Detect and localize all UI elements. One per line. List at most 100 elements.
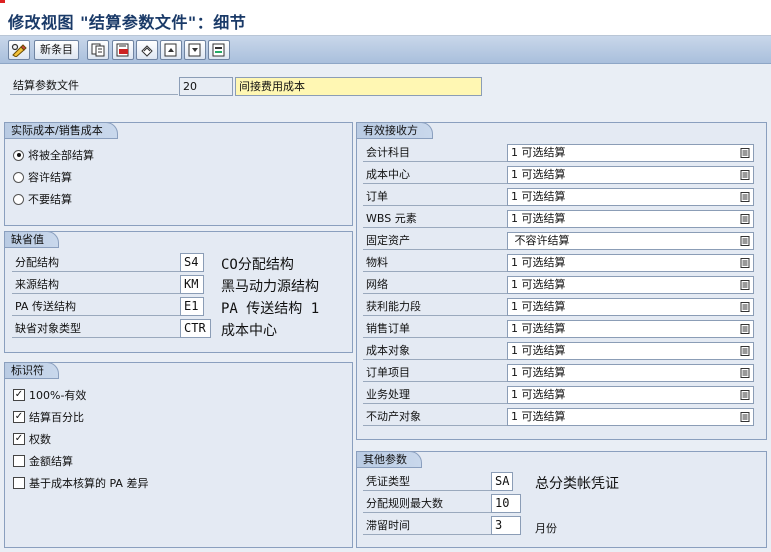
checkbox-amount-settlement[interactable]: 金额结算 (13, 453, 73, 469)
dropdown-list-icon[interactable] (740, 280, 750, 290)
receiver-label: 不动产对象 (363, 408, 507, 426)
receiver-label: 成本对象 (363, 342, 507, 360)
residence-time-unit: 月份 (535, 522, 557, 535)
radio-no-settlement[interactable]: 不要结算 (13, 191, 72, 207)
previous-entry-button[interactable] (160, 40, 182, 60)
receiver-label: 物料 (363, 254, 507, 272)
receiver-settlement-dropdown[interactable]: 1 可选结算 (507, 276, 754, 294)
receiver-settlement-dropdown[interactable]: 1 可选结算 (507, 408, 754, 426)
receiver-settlement-value: 1 可选结算 (511, 212, 566, 225)
next-entry-icon (188, 43, 201, 57)
next-entry-button[interactable] (184, 40, 206, 60)
dropdown-list-icon[interactable] (740, 302, 750, 312)
receiver-settlement-value: 1 可选结算 (511, 168, 566, 181)
dropdown-list-icon[interactable] (740, 214, 750, 224)
receiver-settlement-dropdown[interactable]: 1 可选结算 (507, 386, 754, 404)
checkbox-box (13, 455, 25, 467)
checkbox-box: ✓ (13, 389, 25, 401)
checkbox-pa-variance-costing[interactable]: 基于成本核算的 PA 差异 (13, 475, 148, 491)
undo-button[interactable] (136, 40, 158, 60)
copy-icon (91, 43, 105, 57)
receiver-label: 固定资产 (363, 232, 507, 250)
dropdown-list-icon[interactable] (740, 192, 750, 202)
default-object-type-label: 缺省对象类型 (12, 320, 180, 338)
other-parameters-title: 其他参数 (356, 451, 422, 468)
dropdown-list-icon[interactable] (740, 148, 750, 158)
dropdown-list-icon[interactable] (740, 346, 750, 356)
receiver-settlement-value: 1 可选结算 (511, 256, 566, 269)
receiver-settlement-value: 1 可选结算 (511, 146, 566, 159)
checkbox-label: 金额结算 (29, 455, 73, 468)
receiver-label: WBS 元素 (363, 210, 507, 228)
radio-settle-fully[interactable]: 将被全部结算 (13, 147, 94, 163)
dropdown-list-icon[interactable] (740, 324, 750, 334)
undo-icon (141, 45, 153, 57)
delete-icon (116, 43, 129, 57)
new-entries-button[interactable]: 新条目 (34, 40, 79, 60)
valid-receivers-group: 有效接收方 会计科目 1 可选结算 成本中心 1 可选结算 订单 1 可选结算 WBS 元素… (356, 122, 767, 440)
receiver-settlement-dropdown[interactable]: 1 可选结算 (507, 188, 754, 206)
receiver-label: 订单项目 (363, 364, 507, 382)
receiver-settlement-value: 1 可选结算 (511, 300, 566, 313)
dropdown-list-icon[interactable] (740, 258, 750, 268)
max-distribution-rules-label: 分配规则最大数 (363, 495, 491, 513)
copy-button[interactable] (87, 40, 109, 60)
radio-settlement-allowed[interactable]: 容许结算 (13, 169, 72, 185)
radio-label: 容许结算 (28, 171, 72, 184)
receiver-settlement-value: 1 可选结算 (511, 278, 566, 291)
receiver-label: 会计科目 (363, 144, 507, 162)
receiver-label: 销售订单 (363, 320, 507, 338)
valid-receivers-title: 有效接收方 (356, 122, 433, 139)
receiver-settlement-dropdown[interactable]: 1 可选结算 (507, 254, 754, 272)
receiver-settlement-value: 不容许结算 (511, 234, 570, 247)
receiver-settlement-value: 1 可选结算 (511, 388, 566, 401)
receiver-settlement-dropdown[interactable]: 1 可选结算 (507, 298, 754, 316)
max-distribution-rules-field[interactable]: 10 (491, 494, 521, 513)
residence-time-field[interactable]: 3 (491, 516, 521, 535)
document-type-field[interactable]: SA (491, 472, 513, 491)
actual-costs-group: 实际成本/销售成本 将被全部结算 容许结算 不要结算 (4, 122, 353, 226)
dropdown-list-icon[interactable] (740, 412, 750, 422)
residence-time-label: 滞留时间 (363, 517, 491, 535)
receiver-settlement-dropdown[interactable]: 1 可选结算 (507, 364, 754, 382)
pa-transfer-structure-label: PA 传送结构 (12, 298, 180, 316)
indicators-group: 标识符 ✓ 100%-有效 ✓ 结算百分比 ✓ 权数 金额结算 基于成本核算的 … (4, 362, 353, 548)
other-parameters-group: 其他参数 凭证类型 SA 总分类帐凭证 分配规则最大数 10 滞留时间 3 月份 (356, 451, 767, 548)
default-object-type-field[interactable]: CTR (180, 319, 211, 338)
receiver-settlement-value: 1 可选结算 (511, 190, 566, 203)
radio-indicator (13, 149, 24, 161)
default-values-title: 缺省值 (4, 231, 59, 248)
receiver-settlement-dropdown[interactable]: 1 可选结算 (507, 144, 754, 162)
pa-transfer-structure-field[interactable]: E1 (180, 297, 204, 316)
checkbox-box (13, 477, 25, 489)
allocation-structure-desc: CO分配结构 (221, 257, 294, 273)
radio-indicator (13, 171, 24, 183)
receiver-label: 网络 (363, 276, 507, 294)
other-entry-button[interactable] (208, 40, 230, 60)
allocation-structure-field[interactable]: S4 (180, 253, 204, 272)
display-change-button[interactable] (8, 40, 30, 60)
receiver-settlement-value: 1 可选结算 (511, 322, 566, 335)
checkbox-equivalence-numbers[interactable]: ✓ 权数 (13, 431, 51, 447)
dropdown-list-icon[interactable] (740, 170, 750, 180)
checkbox-percentage-settlement[interactable]: ✓ 结算百分比 (13, 409, 84, 425)
display-change-icon (11, 43, 27, 57)
dropdown-list-icon[interactable] (740, 390, 750, 400)
checkbox-100-percent-validation[interactable]: ✓ 100%-有效 (13, 387, 86, 403)
delete-button[interactable] (112, 40, 134, 60)
receiver-settlement-dropdown[interactable]: 1 可选结算 (507, 210, 754, 228)
default-object-type-desc: 成本中心 (221, 323, 277, 339)
source-structure-field[interactable]: KM (180, 275, 204, 294)
receiver-settlement-value: 1 可选结算 (511, 344, 566, 357)
receiver-settlement-dropdown[interactable]: 1 可选结算 (507, 342, 754, 360)
pa-transfer-structure-desc: PA 传送结构 1 (221, 301, 320, 317)
receiver-settlement-value: 1 可选结算 (511, 366, 566, 379)
default-values-group: 缺省值 分配结构 S4 CO分配结构 来源结构 KM 黑马动力源结构 PA 传送… (4, 231, 353, 353)
dropdown-list-icon[interactable] (740, 236, 750, 246)
receiver-settlement-dropdown[interactable]: 不容许结算 (507, 232, 754, 250)
source-structure-desc: 黑马动力源结构 (221, 279, 319, 295)
window-corner-mark (0, 0, 5, 3)
dropdown-list-icon[interactable] (740, 368, 750, 378)
receiver-settlement-dropdown[interactable]: 1 可选结算 (507, 166, 754, 184)
receiver-settlement-dropdown[interactable]: 1 可选结算 (507, 320, 754, 338)
